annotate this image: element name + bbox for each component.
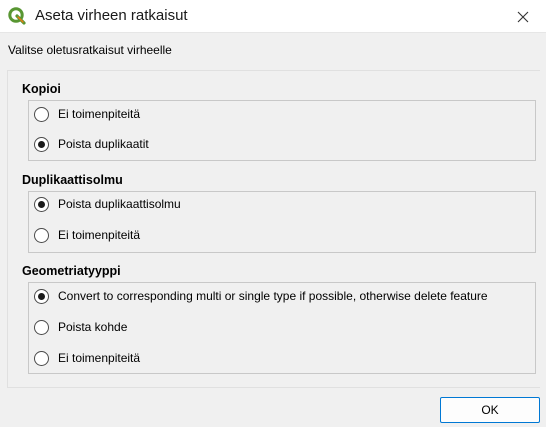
qgis-logo-icon [8,7,26,25]
option-label: Ei toimenpiteitä [58,107,141,121]
radio-option-duplikaattisolmu-delete[interactable]: Poista duplikaattisolmu [34,194,181,214]
radio-button[interactable] [34,136,49,152]
radio-button[interactable] [34,288,49,304]
ok-button[interactable]: OK [440,397,540,423]
radio-option-geometry-no-action[interactable]: Ei toimenpiteitä [34,348,140,368]
section-title-geometriatyyppi: Geometriatyyppi [22,264,121,278]
resolutions-panel: Kopioi Ei toimenpiteitä Poista duplikaat… [7,70,540,388]
group-duplikaattisolmu: Poista duplikaattisolmu Ei toimenpiteitä [28,191,536,253]
radio-option-kopioi-no-action[interactable]: Ei toimenpiteitä [34,104,140,124]
radio-button[interactable] [34,319,49,335]
radio-button[interactable] [34,106,49,122]
option-label: Ei toimenpiteitä [58,351,141,365]
option-label: Convert to corresponding multi or single… [58,289,488,303]
dialog-description: Valitse oletusratkaisut virheelle [8,43,172,57]
radio-option-kopioi-delete-duplicates[interactable]: Poista duplikaatit [34,134,149,154]
group-geometriatyyppi: Convert to corresponding multi or single… [28,282,536,374]
radio-option-duplikaattisolmu-no-action[interactable]: Ei toimenpiteitä [34,225,140,245]
option-label: Poista duplikaatit [58,137,149,151]
option-label: Poista kohde [58,320,128,334]
close-button[interactable] [500,0,546,33]
radio-option-geometry-convert[interactable]: Convert to corresponding multi or single… [34,286,488,306]
section-title-kopioi: Kopioi [22,82,61,96]
group-kopioi: Ei toimenpiteitä Poista duplikaatit [28,100,536,161]
radio-button[interactable] [34,227,49,243]
radio-button[interactable] [34,350,49,366]
radio-button[interactable] [34,196,49,212]
option-label: Ei toimenpiteitä [58,228,141,242]
option-label: Poista duplikaattisolmu [58,197,181,211]
section-title-duplikaattisolmu: Duplikaattisolmu [22,173,123,187]
radio-option-geometry-delete-feature[interactable]: Poista kohde [34,317,127,337]
close-icon [517,11,529,22]
title-bar: Aseta virheen ratkaisut [0,0,546,33]
window-title: Aseta virheen ratkaisut [35,7,188,24]
